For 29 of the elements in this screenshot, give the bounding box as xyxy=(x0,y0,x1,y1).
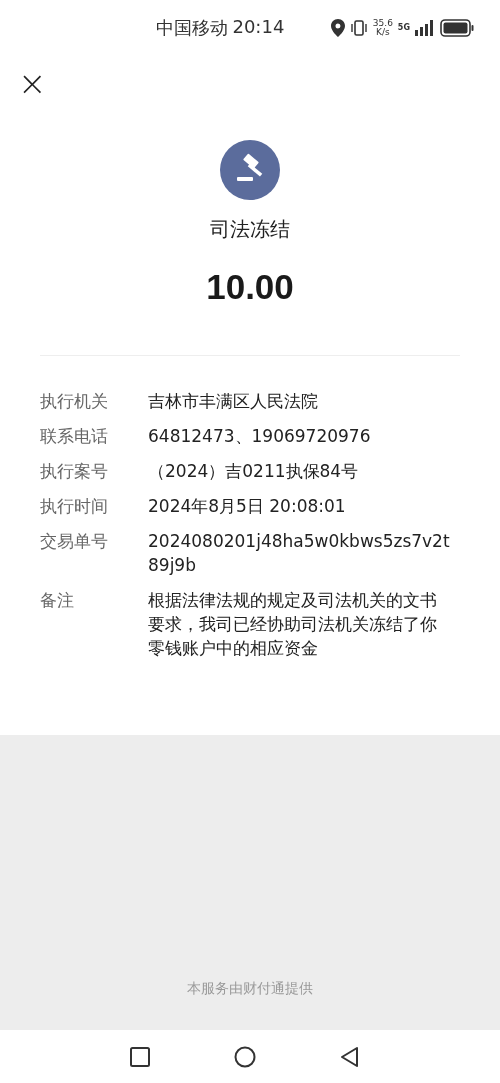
detail-label: 执行案号 xyxy=(40,460,109,483)
home-icon[interactable] xyxy=(234,1045,256,1068)
detail-value: 根据法律法规的规定及司法机关的文书要求，我司已经协助司法机关冻结了你零钱账户中的相应资金 xyxy=(148,589,438,660)
provider-note: 本服务由财付通提供 xyxy=(187,980,313,998)
detail-label: 备注 xyxy=(40,589,75,612)
battery-icon xyxy=(440,18,474,37)
signal-icon xyxy=(415,19,435,36)
detail-label: 交易单号 xyxy=(40,530,109,553)
clock-time: 20:14 xyxy=(232,15,285,39)
gavel-icon xyxy=(220,140,280,200)
carrier-name: 中国移动 xyxy=(156,15,229,40)
page-title: 司法冻结 xyxy=(210,216,290,243)
detail-value: 2024年8月5日 20:08:01 xyxy=(148,495,347,518)
detail-label: 联系电话 xyxy=(40,425,109,448)
location-icon xyxy=(330,18,345,37)
detail-value: 2024080201j48ha5w0kbws5zs7v2t89j9b xyxy=(148,530,451,577)
vibrate-icon xyxy=(349,19,368,36)
recents-icon[interactable] xyxy=(129,1045,151,1068)
speed-value: 35.6 xyxy=(372,18,393,28)
detail-label: 执行机关 xyxy=(40,390,109,413)
detail-value: 64812473、19069720976 xyxy=(148,425,372,448)
network-type: 5G xyxy=(397,23,410,32)
detail-label: 执行时间 xyxy=(40,495,109,518)
close-button[interactable]: × xyxy=(14,65,51,100)
detail-value: 吉林市丰满区人民法院 xyxy=(148,390,319,413)
detail-value: （2024）吉0211执保84号 xyxy=(148,460,360,483)
speed-unit: K/s xyxy=(376,27,390,37)
amount: 10.00 xyxy=(206,267,294,307)
back-icon[interactable] xyxy=(339,1045,361,1068)
